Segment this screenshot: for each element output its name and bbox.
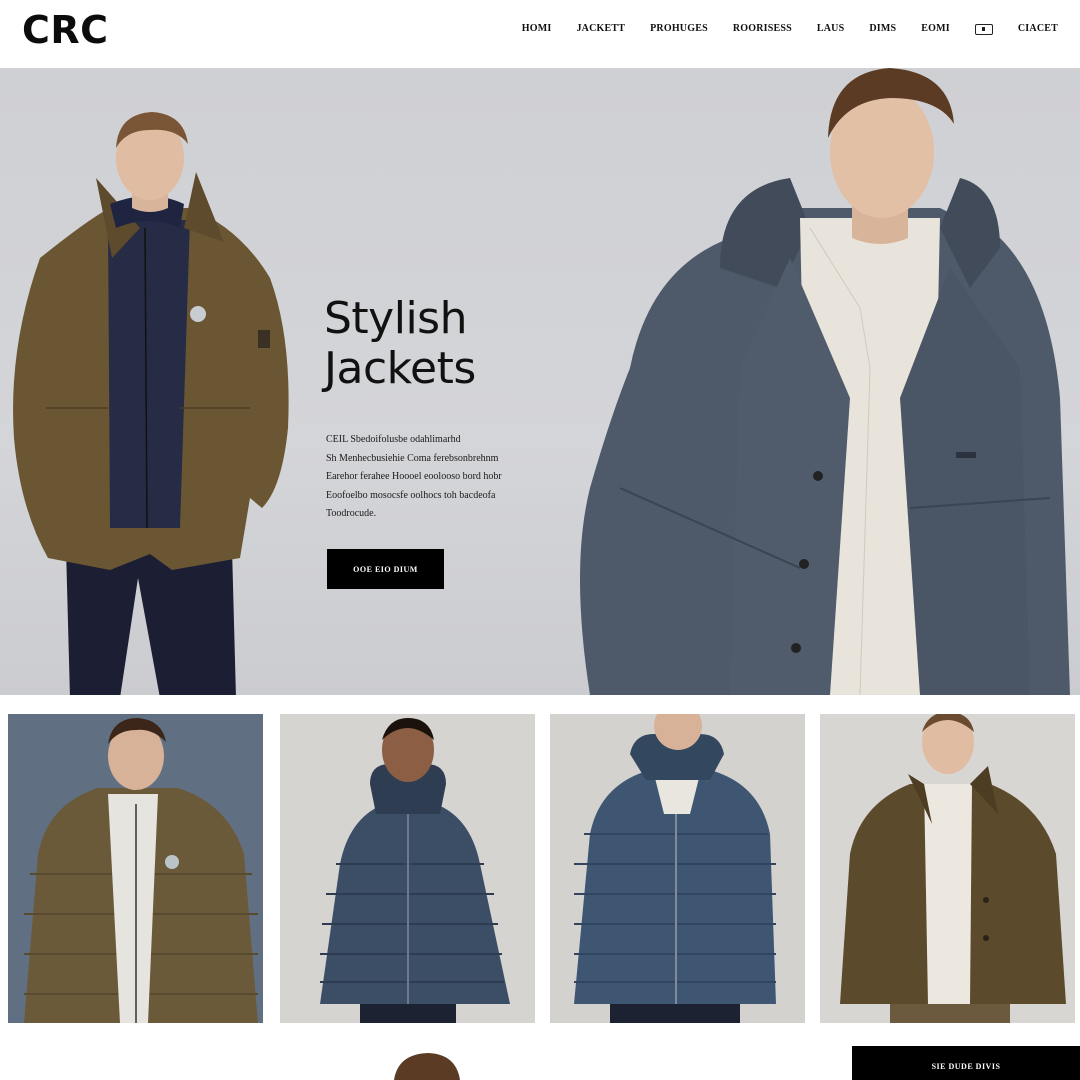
hero-banner: Stylish Jackets CEIL Sbedoifolusbe odahl… bbox=[0, 68, 1080, 695]
nav-contact[interactable]: CIACET bbox=[1018, 22, 1058, 36]
product-card-blue-puffer[interactable] bbox=[550, 714, 805, 1023]
nav-home[interactable]: HOMI bbox=[522, 22, 552, 36]
hero-cta-button[interactable]: OOE EIO DIUM bbox=[327, 549, 444, 589]
next-section-model-head bbox=[394, 1053, 460, 1080]
nav-labs[interactable]: LAUS bbox=[817, 22, 844, 36]
hero-model-grey-jacket bbox=[580, 68, 1070, 695]
product-image bbox=[550, 714, 805, 1023]
main-nav: HOMI JACKETT PROHUGES ROORISESS LAUS DIM… bbox=[497, 22, 1058, 36]
hero-description-line: CEIL Sbedoifolusbe odahlimarhd bbox=[326, 434, 461, 445]
hero-title: Stylish Jackets bbox=[324, 294, 476, 394]
nav-dims[interactable]: DIMS bbox=[869, 22, 896, 36]
product-image bbox=[280, 714, 535, 1023]
product-grid bbox=[0, 695, 1080, 1035]
product-card-olive-puffer[interactable] bbox=[8, 714, 263, 1023]
cart-icon[interactable] bbox=[974, 23, 993, 35]
product-image bbox=[8, 714, 263, 1023]
hero-description-line: Toodrocude. bbox=[326, 508, 377, 519]
nav-products[interactable]: PROHUGES bbox=[650, 22, 708, 36]
hero-description-line: Earehor ferahee Hoooel eoolooso bord hob… bbox=[326, 471, 502, 482]
hero-description: CEIL Sbedoifolusbe odahlimarhd Sh Menhec… bbox=[326, 431, 546, 524]
nav-accessories[interactable]: ROORISESS bbox=[733, 22, 792, 36]
nav-jackets[interactable]: JACKETT bbox=[576, 22, 625, 36]
hero-title-line-1: Stylish bbox=[324, 293, 467, 344]
hero-description-line: Eoofoelbo mosocsfe oolhocs toh bacdeofa bbox=[326, 489, 496, 501]
bottom-cta-button[interactable]: SIE DUDE DIVIS bbox=[852, 1046, 1080, 1080]
product-card-olive-field-jacket[interactable] bbox=[820, 714, 1075, 1023]
hero-model-olive-jacket bbox=[13, 112, 289, 695]
brand-logo[interactable]: CRC bbox=[22, 8, 109, 52]
hero-description-line: Sh Menhecbusiehie Coma ferebsonbrehnm bbox=[326, 452, 499, 464]
nav-eomi[interactable]: EOMI bbox=[921, 22, 950, 36]
site-header: CRC HOMI JACKETT PROHUGES ROORISESS LAUS… bbox=[0, 0, 1080, 68]
hero-title-line-2: Jackets bbox=[324, 343, 476, 394]
product-image bbox=[820, 714, 1075, 1023]
product-card-navy-puffer[interactable] bbox=[280, 714, 535, 1023]
